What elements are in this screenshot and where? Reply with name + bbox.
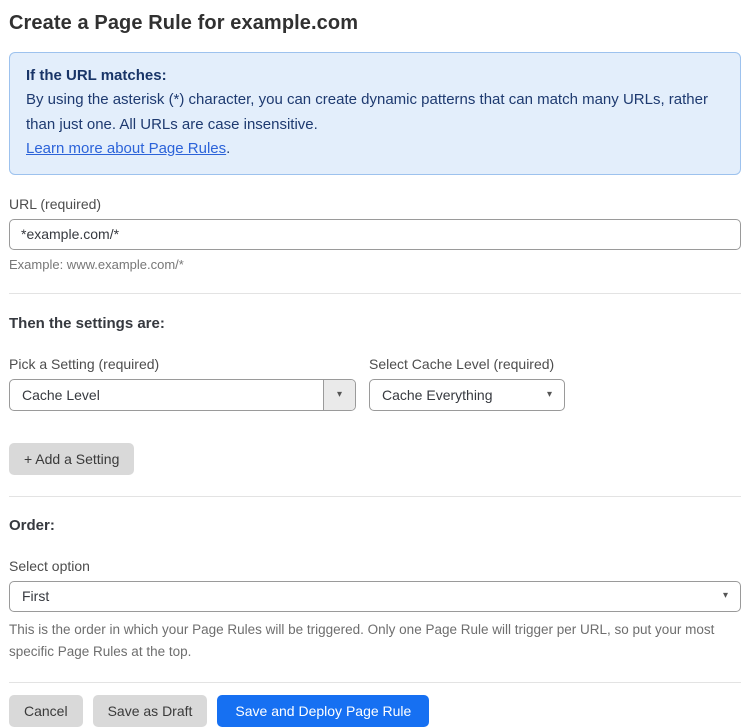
cache-level-dropdown[interactable]: Cache Everything ▾ (369, 378, 565, 411)
save-as-draft-button[interactable]: Save as Draft (92, 694, 208, 727)
caret-down-icon: ▾ (722, 590, 728, 602)
settings-section-heading: Then the settings are: (9, 314, 165, 332)
info-box-link-line: Learn more about Page Rules. (26, 137, 724, 161)
caret-down-icon: ▾ (336, 388, 343, 400)
cache-level-value: Cache Everything (382, 386, 493, 403)
setting-picker-column: Pick a Setting (required) Cache Level ▾ (9, 356, 356, 411)
cache-level-column: Select Cache Level (required) Cache Ever… (369, 356, 565, 411)
caret-container: ▾ (546, 388, 564, 400)
info-box-heading: If the URL matches: (26, 67, 167, 84)
url-example-helper: Example: www.example.com/* (9, 256, 184, 272)
create-page-rule-form: Create a Page Rule for example.com If th… (0, 0, 750, 727)
order-value: First (22, 588, 50, 605)
link-suffix: . (226, 140, 231, 158)
order-select-label: Select option (9, 557, 90, 574)
order-section-heading: Order: (9, 516, 55, 534)
caret-down-icon: ▾ (546, 388, 552, 400)
form-actions: Cancel Save as Draft Save and Deploy Pag… (9, 694, 741, 727)
cancel-button[interactable]: Cancel (9, 694, 83, 727)
url-match-info-box: If the URL matches: By using the asteris… (9, 52, 741, 175)
page-title: Create a Page Rule for example.com (9, 12, 359, 34)
url-field-label: URL (required) (9, 195, 102, 212)
divider (9, 681, 741, 683)
order-helper-text: This is the order in which your Page Rul… (9, 621, 715, 660)
url-input[interactable] (9, 218, 741, 250)
setting-picker-dropdown[interactable]: Cache Level ▾ (9, 378, 356, 411)
save-and-deploy-button[interactable]: Save and Deploy Page Rule (217, 694, 430, 727)
setting-picker-value: Cache Level (22, 386, 100, 403)
divider (9, 292, 741, 294)
add-setting-button[interactable]: + Add a Setting (9, 442, 135, 475)
info-box-body: By using the asterisk (*) character, you… (26, 91, 708, 133)
order-dropdown[interactable]: First ▾ (9, 580, 741, 612)
cache-level-label: Select Cache Level (required) (369, 355, 555, 372)
divider (9, 495, 741, 497)
caret-container: ▾ (723, 591, 740, 601)
dropdown-arrow-section: ▾ (323, 379, 355, 410)
settings-row: Pick a Setting (required) Cache Level ▾ … (9, 356, 741, 411)
setting-picker-label: Pick a Setting (required) (9, 355, 160, 372)
learn-more-link[interactable]: Learn more about Page Rules (26, 140, 226, 157)
url-section: URL (required) Example: www.example.com/… (9, 196, 741, 272)
